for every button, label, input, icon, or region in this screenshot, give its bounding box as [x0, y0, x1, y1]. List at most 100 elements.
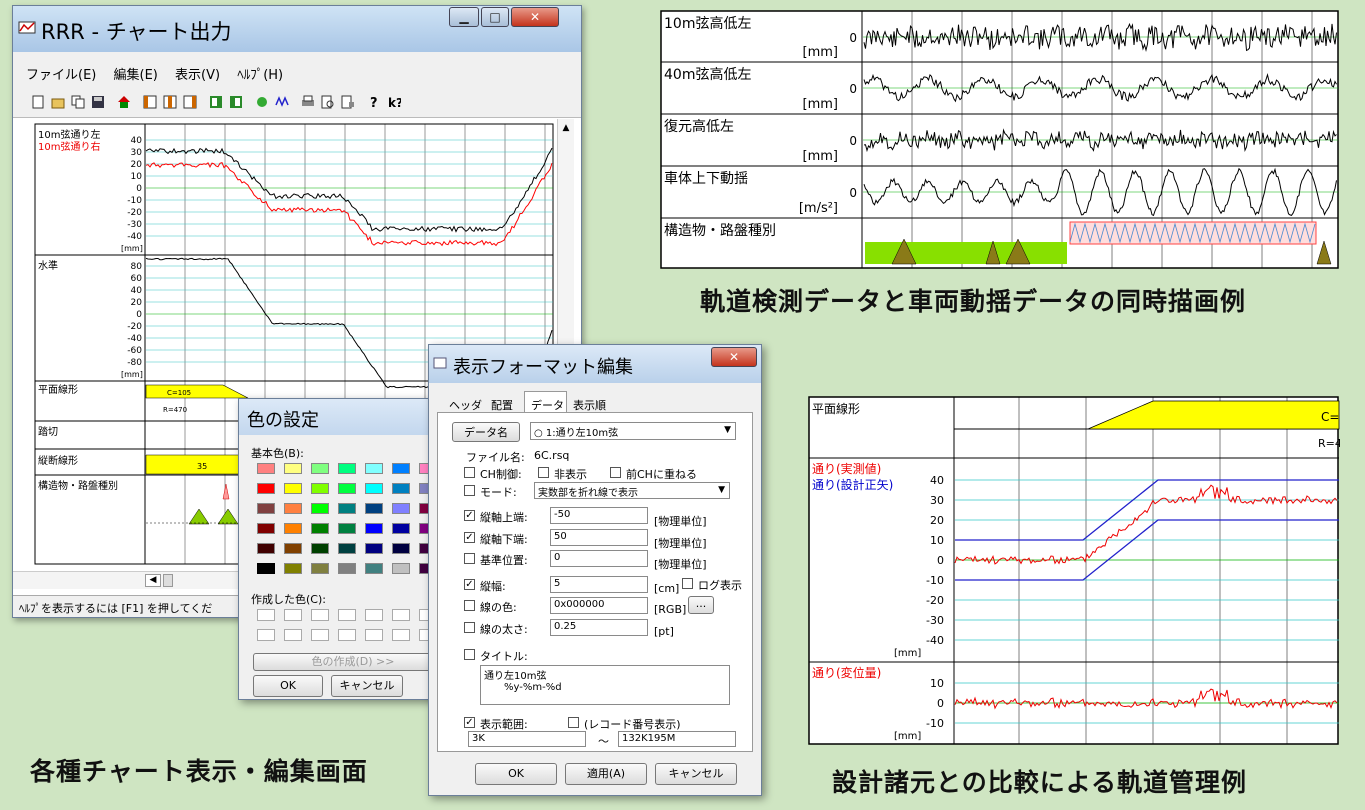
color-swatch[interactable]: [392, 503, 410, 514]
color-swatch[interactable]: [311, 523, 329, 534]
overlay-checkbox[interactable]: [610, 467, 621, 478]
tab-order[interactable]: 表示順: [573, 397, 606, 413]
mode-select[interactable]: 実数部を折れ線で表示 ▼: [534, 482, 730, 499]
title-textarea[interactable]: 通り左10m弦 %y-%m-%d: [480, 665, 730, 705]
color-swatch[interactable]: [338, 563, 356, 574]
custom-color-slot[interactable]: [365, 609, 383, 621]
custom-color-slot[interactable]: [338, 629, 356, 641]
thickness-input[interactable]: 0.25: [550, 619, 648, 636]
axis-bottom-input[interactable]: 50: [550, 529, 648, 546]
range-to-input[interactable]: 132K195M: [618, 731, 736, 747]
save-icon[interactable]: [91, 95, 105, 109]
print-icon[interactable]: [301, 95, 315, 109]
menu-help[interactable]: ﾍﾙﾌﾟ(H): [237, 64, 283, 83]
color-swatch[interactable]: [392, 523, 410, 534]
scroll-left-icon[interactable]: ◀: [145, 574, 161, 587]
format-ok-button[interactable]: OK: [475, 763, 557, 785]
width-input[interactable]: 5: [550, 576, 648, 593]
thickness-checkbox[interactable]: [464, 622, 475, 633]
format-close-button[interactable]: ✕: [711, 347, 757, 367]
color-swatch[interactable]: [284, 503, 302, 514]
base-input[interactable]: 0: [550, 550, 648, 567]
color-swatch[interactable]: [257, 483, 275, 494]
color-swatch[interactable]: [311, 483, 329, 494]
color-picker-button[interactable]: ...: [688, 596, 714, 614]
color-swatch[interactable]: [338, 543, 356, 554]
title-checkbox[interactable]: [464, 649, 475, 660]
maximize-button[interactable]: □: [481, 7, 509, 27]
format-cancel-button[interactable]: キャンセル: [655, 763, 737, 785]
custom-color-slot[interactable]: [284, 629, 302, 641]
color-swatch[interactable]: [257, 543, 275, 554]
color-swatch[interactable]: [365, 543, 383, 554]
custom-color-slot[interactable]: [365, 629, 383, 641]
range-from-input[interactable]: 3K: [468, 731, 586, 747]
color-swatch[interactable]: [311, 463, 329, 474]
tab-header[interactable]: ヘッダ: [449, 397, 482, 413]
axis-bottom-checkbox[interactable]: ✓: [464, 532, 475, 543]
ch-control-checkbox[interactable]: [464, 467, 475, 478]
color-swatch[interactable]: [338, 463, 356, 474]
color-swatch[interactable]: [365, 563, 383, 574]
axis-top-input[interactable]: -50: [550, 507, 648, 524]
color-swatch[interactable]: [257, 503, 275, 514]
color-checkbox[interactable]: [464, 600, 475, 611]
color-swatch[interactable]: [338, 523, 356, 534]
color-swatch[interactable]: [284, 463, 302, 474]
custom-color-slot[interactable]: [392, 609, 410, 621]
export-icon[interactable]: [209, 95, 223, 109]
axis-top-checkbox[interactable]: ✓: [464, 510, 475, 521]
format-dialog-titlebar[interactable]: 表示フォーマット編集 ✕: [429, 345, 761, 383]
line-color-input[interactable]: 0x000000: [550, 597, 648, 614]
color-swatch[interactable]: [365, 483, 383, 494]
color-swatch[interactable]: [338, 483, 356, 494]
title-bar[interactable]: RRR - チャート出力 ▁ □ ✕: [13, 6, 581, 52]
scroll-up-icon[interactable]: ▲: [558, 123, 574, 133]
color-swatch[interactable]: [284, 563, 302, 574]
print-preview-icon[interactable]: [321, 95, 335, 109]
import-icon[interactable]: [229, 95, 243, 109]
color-swatch[interactable]: [257, 463, 275, 474]
color-swatch[interactable]: [311, 503, 329, 514]
wave-icon[interactable]: [275, 95, 289, 109]
tab-data[interactable]: データ: [524, 391, 567, 413]
copy-icon[interactable]: [71, 95, 85, 109]
bug-icon[interactable]: [255, 95, 269, 109]
custom-color-slot[interactable]: [311, 629, 329, 641]
color-swatch[interactable]: [392, 463, 410, 474]
custom-color-slot[interactable]: [257, 609, 275, 621]
layout-left-icon[interactable]: [143, 95, 157, 109]
range-checkbox[interactable]: ✓: [464, 717, 475, 728]
record-checkbox[interactable]: [568, 717, 579, 728]
color-swatch[interactable]: [365, 463, 383, 474]
color-swatch[interactable]: [284, 483, 302, 494]
color-swatch[interactable]: [311, 563, 329, 574]
tab-layout[interactable]: 配置: [491, 397, 513, 413]
color-swatch[interactable]: [257, 523, 275, 534]
define-color-button[interactable]: 色の作成(D) >>: [253, 653, 453, 671]
color-cancel-button[interactable]: キャンセル: [331, 675, 403, 697]
color-swatch[interactable]: [311, 543, 329, 554]
color-ok-button[interactable]: OK: [253, 675, 323, 697]
color-swatch[interactable]: [338, 503, 356, 514]
data-select[interactable]: ○ 1:通り左10m弦 ▼: [530, 422, 736, 440]
minimize-button[interactable]: ▁: [449, 7, 479, 27]
color-swatch[interactable]: [284, 543, 302, 554]
custom-color-slot[interactable]: [284, 609, 302, 621]
custom-color-slot[interactable]: [338, 609, 356, 621]
menu-file[interactable]: ファイル(E): [26, 64, 96, 83]
color-swatch[interactable]: [392, 543, 410, 554]
custom-color-slot[interactable]: [392, 629, 410, 641]
color-swatch[interactable]: [365, 503, 383, 514]
page-setup-icon[interactable]: [341, 95, 355, 109]
custom-color-slot[interactable]: [311, 609, 329, 621]
layout-right-icon[interactable]: [183, 95, 197, 109]
color-swatch[interactable]: [284, 523, 302, 534]
menu-view[interactable]: 表示(V): [175, 64, 220, 83]
data-name-button[interactable]: データ名: [452, 422, 520, 442]
help-icon[interactable]: ?: [367, 95, 381, 109]
custom-color-slot[interactable]: [257, 629, 275, 641]
color-swatch[interactable]: [257, 563, 275, 574]
scroll-thumb[interactable]: [163, 574, 173, 587]
close-button[interactable]: ✕: [511, 7, 559, 27]
